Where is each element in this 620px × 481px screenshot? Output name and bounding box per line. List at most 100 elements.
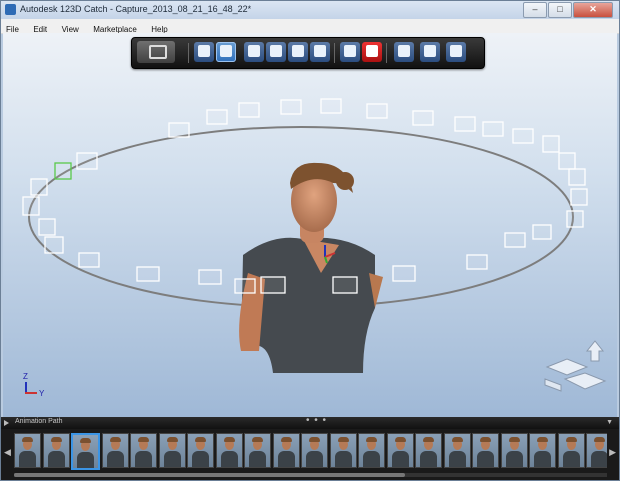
photo-thumbnail[interactable]: [158, 433, 186, 468]
camera-marker: [136, 266, 160, 282]
pen-tool-icon: [398, 45, 410, 57]
toolbar-divider: [188, 43, 189, 63]
photo-thumbnail[interactable]: [472, 433, 499, 468]
camera-marker: [30, 178, 48, 196]
thumbnail-list: [14, 433, 607, 470]
photo-thumbnail[interactable]: [329, 433, 357, 468]
camera-marker: [44, 236, 64, 254]
filmstrip-scrollbar[interactable]: [14, 473, 607, 477]
menu-bar: File Edit View Marketplace Help: [1, 19, 619, 34]
camera-marker: [198, 269, 222, 285]
camera-marker: [366, 103, 388, 119]
toolbar-divider: [334, 43, 335, 63]
y-axis-indicator: [25, 392, 37, 394]
camera-marker: [38, 218, 56, 236]
photo-thumbnail[interactable]: [272, 433, 300, 468]
camera-marker: [568, 168, 586, 186]
main-toolbar: [131, 37, 485, 69]
y-axis-label: Y: [39, 389, 45, 398]
app-window: Autodesk 123D Catch - Capture_2013_08_21…: [0, 0, 620, 481]
photo-thumbnail[interactable]: [443, 433, 471, 468]
camera-marker: [512, 128, 534, 144]
export-cube-icon: [424, 45, 436, 57]
photo-thumbnail[interactable]: [71, 433, 100, 470]
photo-thumbnail[interactable]: [14, 433, 41, 468]
camera-lock-button[interactable]: [310, 42, 330, 62]
select-active-tool-button[interactable]: [216, 42, 236, 62]
pen-tool-button[interactable]: [394, 42, 414, 62]
camera-marker-selected: [54, 162, 72, 180]
animation-path-bar[interactable]: Animation Path • • • ▼: [1, 415, 619, 429]
document-icon: [450, 45, 462, 57]
camera-capture-button[interactable]: [137, 41, 175, 63]
window-controls: – □ ✕: [522, 2, 613, 18]
youtube-icon: [366, 45, 378, 57]
camera-marker: [260, 276, 286, 294]
collapse-icon[interactable]: ▼: [606, 419, 613, 426]
camera-marker: [482, 121, 504, 137]
minimize-button[interactable]: –: [523, 2, 547, 18]
photo-thumbnail[interactable]: [187, 433, 214, 468]
photo-thumbnail[interactable]: [557, 433, 585, 468]
camera-marker: [454, 116, 476, 132]
toolbar-divider: [386, 43, 387, 63]
camera-marker: [504, 232, 526, 248]
3d-viewport[interactable]: Z Y: [3, 33, 617, 417]
play-icon[interactable]: [4, 420, 9, 426]
measure-ruler-icon: [344, 45, 356, 57]
camera-marker: [280, 99, 302, 115]
filmstrip-scroll-thumb[interactable]: [14, 473, 406, 477]
photo-thumbnail[interactable]: [244, 433, 271, 468]
z-axis-label: Z: [23, 372, 28, 381]
photo-thumbnail[interactable]: [215, 433, 243, 468]
photo-thumbnail[interactable]: [529, 433, 556, 468]
photo-thumbnail[interactable]: [415, 433, 442, 468]
camera-lock-icon: [314, 45, 326, 57]
document-button[interactable]: [446, 42, 466, 62]
camera-marker: [76, 152, 98, 170]
photo-thumbnail[interactable]: [42, 433, 70, 468]
camera-marker: [412, 110, 434, 126]
orbit-icon: [292, 45, 304, 57]
select-tool-button[interactable]: [194, 42, 214, 62]
title-bar[interactable]: Autodesk 123D Catch - Capture_2013_08_21…: [1, 1, 619, 19]
close-button[interactable]: ✕: [573, 2, 613, 18]
camera-marker: [542, 135, 560, 153]
camera-marker: [570, 188, 588, 206]
model-person: [239, 162, 383, 373]
app-icon: [5, 4, 16, 15]
scroll-left-icon[interactable]: ◀: [4, 447, 11, 458]
youtube-button[interactable]: [362, 42, 382, 62]
photo-thumbnail[interactable]: [386, 433, 414, 468]
camera-marker: [332, 276, 358, 294]
resize-handle[interactable]: • • •: [306, 415, 327, 426]
photo-thumbnail[interactable]: [500, 433, 528, 468]
camera-marker: [392, 265, 416, 282]
photo-thumbnail[interactable]: [301, 433, 328, 468]
camera-marker: [558, 152, 576, 170]
scroll-right-icon[interactable]: ▶: [609, 447, 616, 458]
photo-thumbnail[interactable]: [130, 433, 157, 468]
camera-marker: [22, 196, 40, 216]
photo-thumbnail[interactable]: [586, 433, 607, 468]
measure-button[interactable]: [340, 42, 360, 62]
camera-marker: [466, 254, 488, 270]
camera-frame-icon: [270, 45, 282, 57]
photo-thumbnail[interactable]: [358, 433, 385, 468]
animation-path-label: Animation Path: [15, 418, 63, 425]
camera-marker: [206, 109, 228, 125]
camera-marker: [320, 98, 342, 114]
pan-tool-button[interactable]: [244, 42, 264, 62]
camera-marker: [168, 122, 190, 138]
camera-frame-button[interactable]: [266, 42, 286, 62]
orbit-button[interactable]: [288, 42, 308, 62]
photo-thumbnail[interactable]: [101, 433, 129, 468]
window-title: Autodesk 123D Catch - Capture_2013_08_21…: [20, 4, 252, 14]
scene-canvas: [22, 98, 588, 373]
camera-marker: [566, 210, 584, 228]
navigation-cube[interactable]: [541, 339, 611, 395]
camera-marker: [532, 224, 552, 240]
maximize-button[interactable]: □: [548, 2, 572, 18]
export-button[interactable]: [420, 42, 440, 62]
pan-hand-icon: [248, 45, 260, 57]
